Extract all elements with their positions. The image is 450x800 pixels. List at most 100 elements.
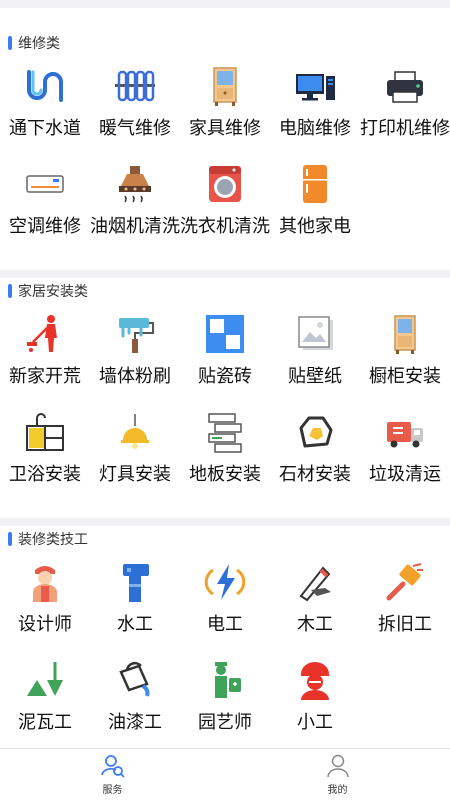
craftsman-label: 水工 bbox=[117, 614, 153, 635]
computer-icon bbox=[293, 64, 337, 108]
service-label: 橱柜安装 bbox=[369, 366, 441, 387]
tab-mine[interactable]: 我的 bbox=[225, 749, 450, 800]
service-item-drain[interactable]: 通下水道 bbox=[0, 56, 90, 154]
craftsman-label: 拆旧工 bbox=[378, 614, 432, 635]
service-label: 暖气维修 bbox=[99, 118, 171, 139]
service-label: 通下水道 bbox=[9, 118, 81, 139]
service-label: 家具维修 bbox=[189, 118, 261, 139]
service-label: 卫浴安装 bbox=[9, 464, 81, 485]
service-item-computer[interactable]: 电脑维修 bbox=[270, 56, 360, 154]
service-item-radiator[interactable]: 暖气维修 bbox=[90, 56, 180, 154]
craftsman-item-gardener[interactable]: 园艺师 bbox=[180, 650, 270, 748]
water-pipe-icon bbox=[113, 560, 157, 604]
service-item-stone[interactable]: 石材安装 bbox=[270, 402, 360, 500]
section-accent-bar bbox=[8, 284, 12, 298]
trowel-icon bbox=[23, 658, 67, 702]
craftsman-item-carpenter[interactable]: 木工 bbox=[270, 552, 360, 650]
range-hood-icon bbox=[113, 162, 157, 206]
service-label: 油烟机清洗 bbox=[90, 216, 180, 237]
section-home-install: 家居安装类 新家开荒 墙体粉刷 贴瓷砖 贴壁纸 橱柜安装 卫浴安装 灯具安装 地… bbox=[0, 278, 450, 518]
service-grid: 通下水道 暖气维修 家具维修 电脑维修 打印机维修 空调维修 油烟机清洗 洗衣机… bbox=[0, 56, 450, 252]
tile-icon bbox=[203, 312, 247, 356]
service-item-garbage[interactable]: 垃圾清运 bbox=[360, 402, 450, 500]
section-divider bbox=[0, 270, 450, 278]
service-label: 打印机维修 bbox=[360, 118, 450, 139]
section-accent-bar bbox=[8, 532, 12, 546]
service-item-new-home-clean[interactable]: 新家开荒 bbox=[0, 304, 90, 402]
bathroom-sink-icon bbox=[23, 410, 67, 454]
printer-icon bbox=[383, 64, 427, 108]
service-label: 贴瓷砖 bbox=[198, 366, 252, 387]
drain-pipe-icon bbox=[23, 64, 67, 108]
craftsman-label: 园艺师 bbox=[198, 712, 252, 733]
section-header: 维修类 bbox=[0, 30, 450, 56]
section-craftsmen: 装修类技工 设计师 水工 电工 木工 拆旧工 泥瓦工 油漆工 园艺师 小工 bbox=[0, 526, 450, 748]
washing-machine-icon bbox=[203, 162, 247, 206]
section-title: 装修类技工 bbox=[18, 532, 88, 548]
tab-label: 我的 bbox=[327, 785, 348, 796]
craftsman-item-designer[interactable]: 设计师 bbox=[0, 552, 90, 650]
service-item-tile[interactable]: 贴瓷砖 bbox=[180, 304, 270, 402]
section-header: 家居安装类 bbox=[0, 278, 450, 304]
gardener-icon bbox=[203, 658, 247, 702]
craftsman-item-demolition[interactable]: 拆旧工 bbox=[360, 552, 450, 650]
service-label: 贴壁纸 bbox=[288, 366, 342, 387]
craftsman-label: 泥瓦工 bbox=[18, 712, 72, 733]
service-item-furniture[interactable]: 家具维修 bbox=[180, 56, 270, 154]
service-grid: 设计师 水工 电工 木工 拆旧工 泥瓦工 油漆工 园艺师 小工 bbox=[0, 552, 450, 748]
service-tab-icon bbox=[100, 755, 125, 778]
craftsman-label: 木工 bbox=[297, 614, 333, 635]
designer-icon bbox=[23, 560, 67, 604]
section-repair: 维修类 通下水道 暖气维修 家具维修 电脑维修 打印机维修 空调维修 油烟机清洗… bbox=[0, 30, 450, 270]
cleaning-person-icon bbox=[23, 312, 67, 356]
service-item-floor[interactable]: 地板安装 bbox=[180, 402, 270, 500]
craftsman-label: 电工 bbox=[207, 614, 243, 635]
cupboard-icon bbox=[383, 312, 427, 356]
section-title: 维修类 bbox=[18, 36, 60, 52]
craftsman-item-painter[interactable]: 油漆工 bbox=[90, 650, 180, 748]
stone-icon bbox=[293, 410, 337, 454]
paint-roller-icon bbox=[113, 312, 157, 356]
tab-service[interactable]: 服务 bbox=[0, 749, 225, 800]
user-icon bbox=[326, 754, 349, 778]
craftsman-item-helper[interactable]: 小工 bbox=[270, 650, 360, 748]
service-item-wallpaper[interactable]: 贴壁纸 bbox=[270, 304, 360, 402]
craftsman-item-mason[interactable]: 泥瓦工 bbox=[0, 650, 90, 748]
worker-helmet-icon bbox=[293, 658, 337, 702]
service-label: 地板安装 bbox=[189, 464, 261, 485]
service-grid: 新家开荒 墙体粉刷 贴瓷砖 贴壁纸 橱柜安装 卫浴安装 灯具安装 地板安装 石材… bbox=[0, 304, 450, 500]
service-item-appliance[interactable]: 其他家电 bbox=[270, 154, 360, 252]
floor-board-icon bbox=[203, 410, 247, 454]
craftsman-item-plumber[interactable]: 水工 bbox=[90, 552, 180, 650]
bottom-tab-bar: 服务 我的 bbox=[0, 748, 450, 800]
service-label: 电脑维修 bbox=[279, 118, 351, 139]
wallpaper-icon bbox=[293, 312, 337, 356]
section-header: 装修类技工 bbox=[0, 526, 450, 552]
service-label: 其他家电 bbox=[279, 216, 351, 237]
service-item-washer[interactable]: 洗衣机清洗 bbox=[180, 154, 270, 252]
craftsman-label: 小工 bbox=[297, 712, 333, 733]
refrigerator-icon bbox=[293, 162, 337, 206]
craftsman-label: 油漆工 bbox=[108, 712, 162, 733]
service-item-bathroom[interactable]: 卫浴安装 bbox=[0, 402, 90, 500]
service-item-aircon[interactable]: 空调维修 bbox=[0, 154, 90, 252]
garbage-truck-icon bbox=[383, 410, 427, 454]
service-item-rangehood[interactable]: 油烟机清洗 bbox=[90, 154, 180, 252]
radiator-icon bbox=[113, 64, 157, 108]
service-label: 灯具安装 bbox=[99, 464, 171, 485]
pendant-lamp-icon bbox=[113, 410, 157, 454]
service-item-printer[interactable]: 打印机维修 bbox=[360, 56, 450, 154]
lightning-icon bbox=[203, 560, 247, 604]
craftsman-item-electrician[interactable]: 电工 bbox=[180, 552, 270, 650]
service-item-wall-paint[interactable]: 墙体粉刷 bbox=[90, 304, 180, 402]
top-spacer bbox=[0, 0, 450, 30]
saw-icon bbox=[293, 560, 337, 604]
service-label: 石材安装 bbox=[279, 464, 351, 485]
craftsman-label: 设计师 bbox=[18, 614, 72, 635]
section-divider bbox=[0, 518, 450, 526]
page-content: 维修类 通下水道 暖气维修 家具维修 电脑维修 打印机维修 空调维修 油烟机清洗… bbox=[0, 0, 450, 748]
service-item-lamp[interactable]: 灯具安装 bbox=[90, 402, 180, 500]
service-label: 空调维修 bbox=[9, 216, 81, 237]
service-item-cupboard[interactable]: 橱柜安装 bbox=[360, 304, 450, 402]
demolition-hammer-icon bbox=[383, 560, 427, 604]
